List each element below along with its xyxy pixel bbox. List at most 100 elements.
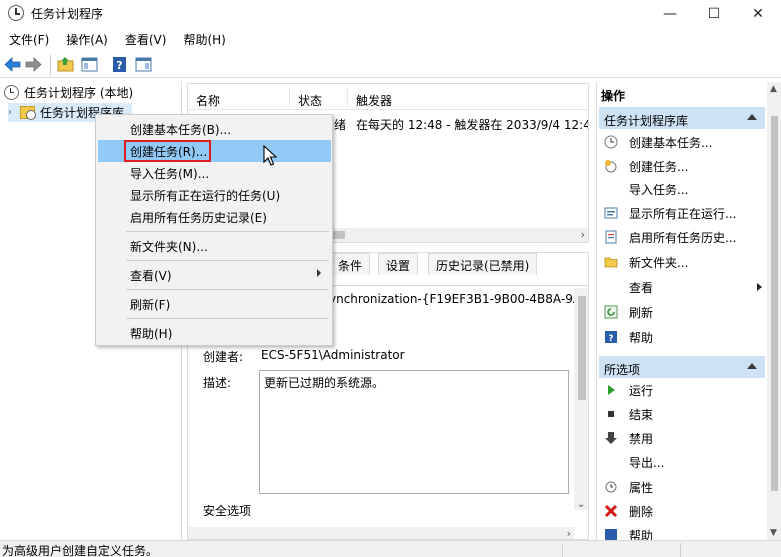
author-label: 创建者: bbox=[203, 350, 244, 364]
scroll-down-icon[interactable]: ⌄ bbox=[577, 499, 585, 510]
action-label: 创建任务... bbox=[629, 159, 689, 174]
show-hide-tree-icon[interactable] bbox=[80, 55, 99, 74]
scroll-right-icon[interactable]: › bbox=[567, 527, 571, 539]
task-status: 绪 bbox=[334, 118, 347, 132]
action-label: 禁用 bbox=[629, 431, 654, 446]
window-title: 任务计划程序 bbox=[31, 7, 104, 21]
menu-divider bbox=[126, 289, 329, 290]
action-label: 结束 bbox=[629, 407, 654, 422]
ctx-create-task[interactable]: 创建任务(R)... bbox=[98, 140, 331, 162]
running-tasks-icon bbox=[604, 207, 618, 219]
ctx-create-basic-task[interactable]: 创建基本任务(B)... bbox=[98, 118, 331, 140]
action-enable-history[interactable]: 启用所有任务历史... bbox=[604, 227, 762, 247]
section-library-header[interactable]: 任务计划程序库 bbox=[599, 107, 765, 129]
action-label: 导入任务... bbox=[629, 182, 689, 197]
help-icon bbox=[605, 529, 617, 540]
forward-arrow-icon[interactable] bbox=[24, 55, 43, 74]
highlight-box bbox=[124, 140, 211, 162]
menu-divider bbox=[126, 260, 329, 261]
action-create-basic-task[interactable]: 创建基本任务... bbox=[604, 132, 762, 152]
action-show-running[interactable]: 显示所有正在运行... bbox=[604, 203, 762, 223]
clock-icon bbox=[4, 85, 19, 100]
blank-icon bbox=[604, 280, 618, 294]
scroll-down-icon[interactable]: ▼ bbox=[770, 528, 777, 538]
status-text: 为高级用户创建自定义任务。 bbox=[2, 544, 159, 557]
menu-file[interactable]: 文件(F) bbox=[0, 29, 57, 51]
close-button[interactable]: ✕ bbox=[735, 0, 781, 27]
help-icon[interactable]: ? bbox=[110, 55, 129, 74]
svg-text:?: ? bbox=[116, 59, 122, 72]
up-folder-icon[interactable] bbox=[56, 55, 75, 74]
ctx-show-running[interactable]: 显示所有正在运行的任务(U) bbox=[98, 184, 331, 206]
description-label: 描述: bbox=[203, 376, 232, 390]
toolbar: ? bbox=[0, 51, 781, 78]
action-run[interactable]: 运行 bbox=[604, 380, 762, 400]
action-refresh[interactable]: 刷新 bbox=[604, 302, 762, 322]
back-arrow-icon[interactable] bbox=[3, 55, 22, 74]
tab-settings[interactable]: 设置 bbox=[378, 253, 419, 275]
horizontal-scrollbar[interactable]: › bbox=[330, 228, 588, 242]
show-action-pane-icon[interactable] bbox=[134, 55, 153, 74]
mouse-cursor-icon bbox=[263, 145, 278, 166]
minimize-button[interactable]: — bbox=[647, 0, 693, 27]
action-disable[interactable]: 禁用 bbox=[604, 428, 762, 448]
tree-root-label: 任务计划程序 (本地) bbox=[24, 86, 134, 100]
section-selected-header[interactable]: 所选项 bbox=[599, 356, 765, 378]
tab-history[interactable]: 历史记录(已禁用) bbox=[428, 253, 538, 275]
history-icon bbox=[605, 230, 617, 244]
context-menu: 创建基本任务(B)... 创建任务(R)... 导入任务(M)... 显示所有正… bbox=[95, 114, 333, 346]
column-trigger[interactable]: 触发器 bbox=[356, 92, 392, 109]
menu-view[interactable]: 查看(V) bbox=[116, 29, 175, 51]
column-name[interactable]: 名称 bbox=[196, 92, 220, 109]
section-selected-label: 所选项 bbox=[604, 363, 641, 377]
actions-scrollbar[interactable]: ▲ ▼ bbox=[767, 82, 781, 540]
action-end[interactable]: 结束 bbox=[604, 404, 762, 424]
column-status[interactable]: 状态 bbox=[298, 92, 322, 109]
action-label: 运行 bbox=[629, 383, 654, 398]
action-label: 显示所有正在运行... bbox=[629, 206, 737, 221]
action-export[interactable]: 导出... bbox=[604, 452, 762, 472]
ctx-help[interactable]: 帮助(H) bbox=[98, 322, 331, 344]
scroll-up-icon[interactable]: ▲ bbox=[770, 84, 777, 94]
scroll-thumb[interactable] bbox=[578, 296, 586, 400]
action-label: 启用所有任务历史... bbox=[629, 230, 737, 245]
delete-icon bbox=[604, 504, 618, 518]
ctx-refresh[interactable]: 刷新(F) bbox=[98, 293, 331, 315]
action-view[interactable]: 查看 bbox=[604, 277, 762, 297]
menu-help[interactable]: 帮助(H) bbox=[174, 29, 233, 51]
submenu-arrow-icon bbox=[757, 283, 762, 291]
scroll-right-icon[interactable]: › bbox=[581, 228, 585, 241]
menu-divider bbox=[126, 318, 329, 319]
ctx-import-task[interactable]: 导入任务(M)... bbox=[98, 162, 331, 184]
action-help-selected[interactable]: 帮助 bbox=[604, 525, 762, 540]
horizontal-scrollbar[interactable]: › bbox=[188, 527, 574, 539]
create-task-icon bbox=[605, 160, 617, 173]
submenu-arrow-icon bbox=[317, 269, 321, 277]
ctx-view[interactable]: 查看(V) bbox=[98, 264, 331, 286]
action-properties[interactable]: 属性 bbox=[604, 477, 762, 497]
action-import-task[interactable]: 导入任务... bbox=[604, 179, 762, 199]
collapse-icon[interactable] bbox=[747, 114, 757, 120]
tab-conditions[interactable]: 条件 bbox=[330, 253, 371, 275]
menu-action[interactable]: 操作(A) bbox=[57, 29, 116, 51]
action-label: 帮助 bbox=[629, 528, 654, 541]
description-field[interactable]: 更新已过期的系统源。 bbox=[259, 370, 569, 494]
action-label: 查看 bbox=[629, 280, 654, 295]
column-divider bbox=[289, 88, 290, 108]
status-bar: 为高级用户创建自定义任务。 bbox=[0, 540, 781, 557]
collapse-icon[interactable] bbox=[747, 363, 757, 369]
ctx-enable-history[interactable]: 启用所有任务历史记录(E) bbox=[98, 206, 331, 228]
actions-pane: 操作 任务计划程序库 创建基本任务... 创建任务... 导入任务... 显示所… bbox=[596, 82, 781, 540]
action-new-folder[interactable]: 新文件夹... bbox=[604, 252, 762, 272]
scroll-thumb[interactable] bbox=[771, 116, 778, 491]
action-delete[interactable]: 删除 bbox=[604, 501, 762, 521]
action-help[interactable]: ? 帮助 bbox=[604, 327, 762, 347]
maximize-button[interactable]: ☐ bbox=[691, 0, 737, 27]
action-create-task[interactable]: 创建任务... bbox=[604, 156, 762, 176]
ctx-new-folder[interactable]: 新文件夹(N)... bbox=[98, 235, 331, 257]
tree-root-item[interactable]: 任务计划程序 (本地) bbox=[4, 84, 133, 101]
section-library-label: 任务计划程序库 bbox=[604, 114, 689, 128]
action-label: 属性 bbox=[629, 480, 654, 495]
chevron-right-icon[interactable]: › bbox=[8, 107, 20, 118]
vertical-scrollbar[interactable]: ⌄ bbox=[574, 288, 588, 510]
